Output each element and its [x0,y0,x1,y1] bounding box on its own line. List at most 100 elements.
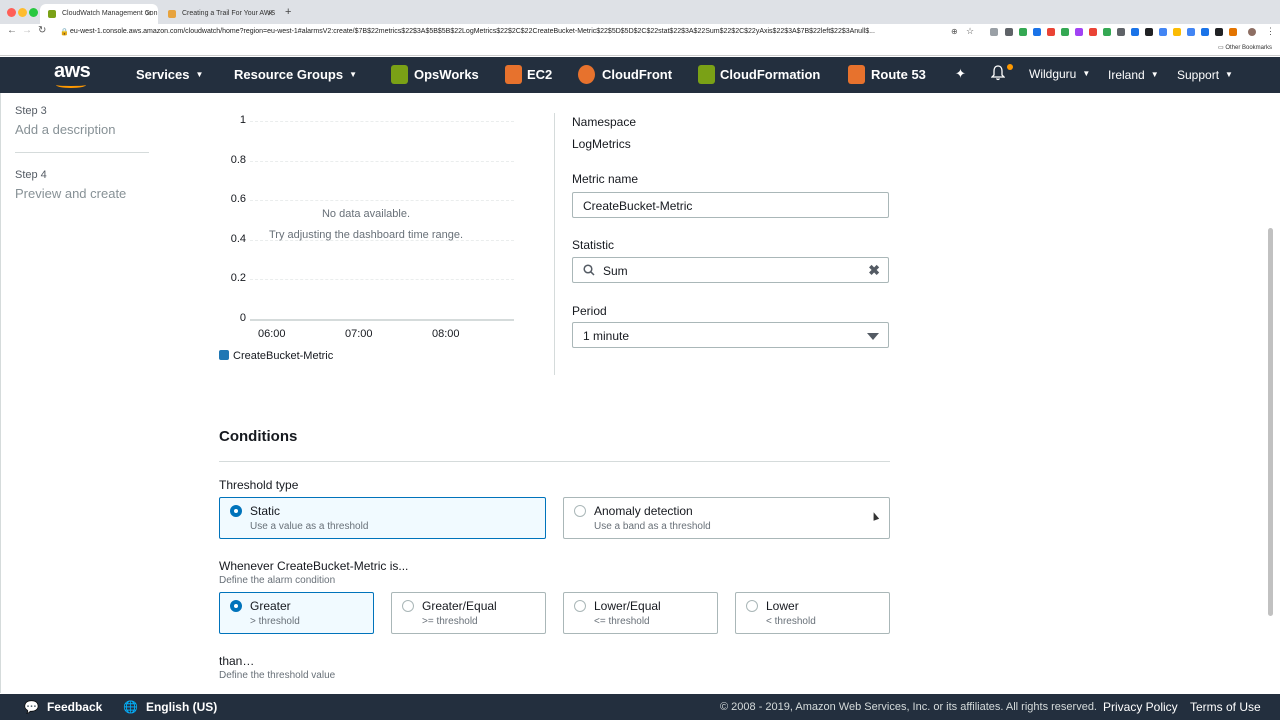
account-menu[interactable]: Wildguru ▼ [1029,67,1090,81]
forward-icon[interactable]: → [22,25,32,36]
conditions-divider [219,461,890,462]
x-tick-label: 07:00 [345,328,373,340]
opsworks-icon [391,65,408,84]
radio-unselected-icon[interactable] [746,600,758,612]
extension-icon[interactable] [1173,28,1181,36]
scrollbar-thumb[interactable] [1268,228,1273,616]
extension-icon[interactable] [1075,28,1083,36]
extension-icon[interactable] [1047,28,1055,36]
extension-icon[interactable] [1215,28,1223,36]
clear-icon[interactable]: ✖ [868,262,880,279]
threshold-type-anomaly[interactable]: Anomaly detection Use a band as a thresh… [563,497,890,539]
bookmark-star-icon[interactable]: ☆ [966,26,974,37]
y-tick-label: 0.2 [230,272,246,285]
extension-icon[interactable] [1103,28,1111,36]
radio-unselected-icon[interactable] [574,505,586,517]
extension-icon[interactable] [1201,28,1209,36]
resource-groups-menu[interactable]: Resource Groups ▼ [234,67,357,82]
other-bookmarks[interactable]: ▭ Other Bookmarks [1218,44,1272,51]
cloudformation-icon [698,65,715,84]
region-menu[interactable]: Ireland ▼ [1108,68,1159,82]
metric-chart: 1 0.8 0.6 0.4 0.2 0 06:00 07:00 08:00 No data a… [218,108,538,368]
browser-toolbar: ← → ↻ 🔒 eu-west-1.console.aws.amazon.com… [0,24,1280,40]
extension-icon[interactable] [1159,28,1167,36]
close-window-icon[interactable] [7,8,16,17]
operator-lower-equal[interactable]: Lower/Equal <= threshold [563,592,718,634]
chevron-down-icon: ▼ [349,70,358,79]
extension-icon[interactable] [1061,28,1069,36]
tile-title: Static [250,504,281,518]
metric-name-field[interactable]: CreateBucket-Metric [572,192,889,218]
extension-icon[interactable] [1117,28,1125,36]
step-4-title[interactable]: Preview and create [15,186,126,201]
extension-icon[interactable] [1131,28,1139,36]
step-3-title[interactable]: Add a description [15,122,115,137]
tile-title: Greater/Equal [422,599,497,613]
operator-greater-equal[interactable]: Greater/Equal >= threshold [391,592,546,634]
extension-icon[interactable] [1229,28,1237,36]
browser-menu-icon[interactable]: ⋮ [1266,26,1275,37]
feedback-button[interactable]: 💬 Feedback [24,700,102,714]
new-tab-icon[interactable]: + [285,6,291,18]
zoom-icon[interactable]: ⊕ [951,27,958,36]
support-menu[interactable]: Support ▼ [1177,68,1233,82]
minimize-window-icon[interactable] [18,8,27,17]
step-3-label: Step 3 [15,105,47,117]
aws-logo[interactable]: aws [54,60,91,88]
ec2-icon [505,65,522,84]
shortcut-cloudfront[interactable]: CloudFront [602,67,672,82]
profile-avatar-icon[interactable] [1248,28,1256,36]
browser-tab-cloudtrail[interactable]: Creating a Trail For Your AWS ✕ [160,4,280,24]
services-menu[interactable]: Services ▼ [136,67,203,82]
radio-selected-icon[interactable] [230,600,242,612]
extension-icon[interactable] [990,28,998,36]
extension-icon[interactable] [1033,28,1041,36]
close-tab-icon[interactable]: ✕ [145,9,152,18]
pin-icon[interactable]: ✦ [955,66,966,82]
period-value: 1 minute [583,329,630,343]
shortcut-opsworks[interactable]: OpsWorks [414,67,479,82]
extension-icon[interactable] [1019,28,1027,36]
y-tick-label: 0.6 [230,193,246,206]
language-selector[interactable]: 🌐 English (US) [123,700,217,714]
gridline [250,121,514,122]
operator-greater[interactable]: Greater > threshold [219,592,374,634]
extension-icon[interactable] [1089,28,1097,36]
notifications-bell-icon[interactable] [990,64,1013,81]
extension-icon[interactable] [1005,28,1013,36]
statistic-autosuggest[interactable]: Sum ✖ [572,257,889,283]
route53-icon [848,65,865,84]
extension-icon[interactable] [1145,28,1153,36]
legend-series-name: CreateBucket-Metric [233,350,334,362]
tile-title: Greater [250,599,291,613]
console-footer: 💬 Feedback 🌐 English (US) © 2008 - 2019, A… [0,694,1280,720]
close-tab-icon[interactable]: ✕ [267,9,274,18]
gridline [250,160,514,162]
privacy-policy-link[interactable]: Privacy Policy [1103,700,1178,714]
radio-unselected-icon[interactable] [574,600,586,612]
browser-tab-cloudwatch[interactable]: CloudWatch Management Con ✕ [40,4,158,24]
address-bar[interactable]: 🔒 eu-west-1.console.aws.amazon.com/cloud… [56,25,966,39]
radio-unselected-icon[interactable] [402,600,414,612]
extension-icon[interactable] [1187,28,1195,36]
back-icon[interactable]: ← [7,25,17,36]
period-select[interactable]: 1 minute [572,322,889,348]
speech-bubble-icon: 💬 [24,700,39,714]
shortcut-route53[interactable]: Route 53 [871,67,926,82]
shortcut-cloudformation[interactable]: CloudFormation [720,67,820,82]
aws-smile-icon [56,82,86,88]
maximize-window-icon[interactable] [29,8,38,17]
threshold-type-static[interactable]: Static Use a value as a threshold [219,497,546,539]
radio-selected-icon[interactable] [230,505,242,517]
shortcut-ec2[interactable]: EC2 [527,67,552,82]
operator-lower[interactable]: Lower < threshold [735,592,890,634]
tile-title: Lower/Equal [594,599,661,613]
steps-border [0,93,1,693]
y-tick-label: 1 [239,114,246,126]
chevron-down-icon: ▼ [1150,70,1159,79]
terms-of-use-link[interactable]: Terms of Use [1190,700,1261,714]
namespace-label: Namespace [572,115,637,129]
legend-swatch [219,350,229,360]
browser-tab-bar: CloudWatch Management Con ✕ Creating a T… [0,0,1280,24]
reload-icon[interactable]: ↻ [38,25,46,36]
